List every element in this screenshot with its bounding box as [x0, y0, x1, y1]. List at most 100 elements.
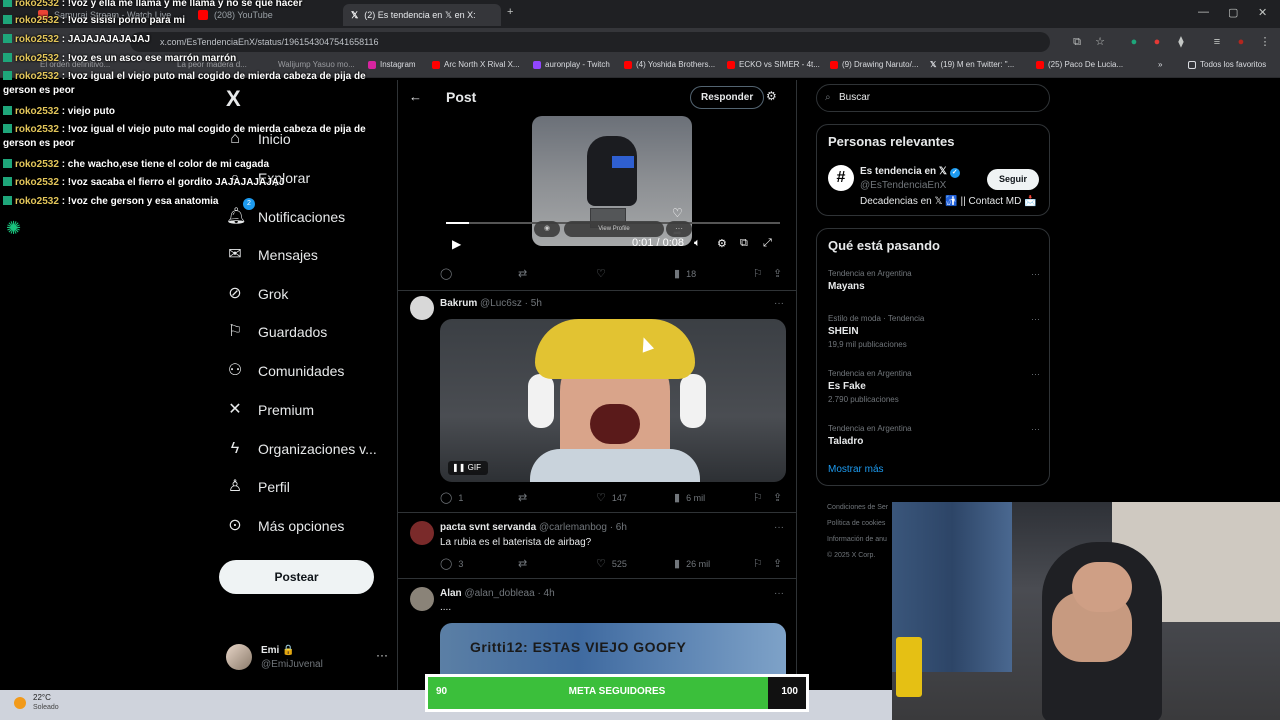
settings-sliders-icon[interactable]: ⚙ [766, 89, 777, 103]
sun-icon[interactable] [14, 697, 26, 709]
nav-grok[interactable]: ⊘ Grok [226, 279, 288, 309]
bookmark-4[interactable]: ECKO vs SIMER - 4t... [727, 60, 820, 69]
chat-text: : JAJAJAJAJAJAJ [61, 34, 151, 45]
avatar[interactable] [410, 587, 434, 611]
author-handle[interactable]: @Luc6sz [480, 298, 522, 309]
nav-communities[interactable]: ⚇ Comunidades [226, 356, 345, 386]
reply-button[interactable]: Responder [690, 86, 765, 109]
trend-item[interactable]: Tendencia en Argentina Mayans ··· [828, 269, 1040, 292]
bookmark-6[interactable]: 𝕏 (19) M en Twitter: "... [930, 60, 1014, 69]
reading-list-icon[interactable]: ≡ [1210, 35, 1224, 49]
trend-item[interactable]: Estilo de moda · Tendencia SHEIN 19,9 mil … [828, 314, 1040, 349]
footer-link[interactable]: Condiciones de Ser [827, 500, 897, 516]
gif-media[interactable]: ❚❚ GIF [440, 319, 786, 482]
search-input[interactable]: ⌕ Buscar [816, 84, 1050, 112]
bookmark-2[interactable]: auronplay - Twitch [533, 60, 610, 69]
author-name[interactable]: pacta svnt servanda [440, 522, 536, 533]
more-horizontal-icon[interactable]: ··· [774, 298, 784, 309]
bookmark-0[interactable]: Instagram [368, 60, 416, 69]
author-name[interactable]: Alan [440, 588, 462, 599]
author-handle[interactable]: @alan_dobleaa [464, 588, 534, 599]
relevant-name[interactable]: Es tendencia en 𝕏 ✓ [860, 166, 960, 178]
close-window-icon[interactable]: ✕ [1258, 6, 1267, 19]
new-tab-icon[interactable]: + [507, 6, 513, 18]
follow-button[interactable]: Seguir [987, 169, 1039, 190]
author-handle[interactable]: @carlemanbog [539, 522, 607, 533]
views-action[interactable]: ▮ 26 mil [674, 557, 710, 570]
extension-green-icon[interactable]: ● [1127, 35, 1141, 49]
nav-organizations[interactable]: ϟ Organizaciones v... [226, 434, 377, 464]
retweet-action[interactable]: ⇄ [518, 557, 533, 570]
maximize-icon[interactable]: ▢ [1228, 6, 1238, 19]
reply-action[interactable]: ◯ [440, 267, 458, 280]
like-action[interactable]: ♡ 147 [596, 491, 627, 504]
avatar[interactable] [410, 296, 434, 320]
footer-link[interactable]: Información de anu [827, 532, 897, 548]
nav-profile[interactable]: ♙ Perfil [226, 472, 290, 502]
post-button[interactable]: Postear [219, 560, 374, 594]
hashtag-avatar[interactable]: # [828, 165, 854, 191]
more-horizontal-icon[interactable]: ··· [1031, 269, 1040, 279]
extensions-icon[interactable]: ⧫ [1174, 35, 1188, 49]
profile-icon[interactable]: ● [1234, 35, 1248, 49]
avatar[interactable] [410, 521, 434, 545]
bookmarks-overflow-icon[interactable]: » [1158, 60, 1162, 69]
nav-premium[interactable]: ✕ Premium [226, 395, 314, 425]
retweet-action[interactable]: ⇄ [518, 491, 533, 504]
author-name[interactable]: Bakrum [440, 298, 477, 309]
all-bookmarks[interactable]: Todos los favoritos [1188, 60, 1266, 69]
fullscreen-icon[interactable]: ⤢ [763, 237, 772, 250]
trend-item[interactable]: Tendencia en Argentina Taladro ··· [828, 424, 1040, 447]
star-icon[interactable]: ☆ [1093, 35, 1107, 49]
footer-links: Condiciones de Ser Política de cookies I… [827, 500, 897, 564]
back-arrow-icon[interactable]: ← [409, 89, 422, 104]
more-horizontal-icon[interactable]: ··· [666, 221, 692, 237]
like-action[interactable]: ♡ [596, 267, 612, 280]
plate-shape [612, 156, 634, 168]
share-action[interactable]: ⇪ [773, 267, 782, 280]
trend-item[interactable]: Tendencia en Argentina Es Fake 2.790 publi… [828, 369, 1040, 404]
views-action[interactable]: ▮ 6 mil [674, 491, 705, 504]
bookmark-1[interactable]: Arc North X Rival X... [432, 60, 520, 69]
gear-icon[interactable]: ⚙ [717, 237, 727, 250]
camera-icon[interactable]: ◉ [534, 221, 560, 237]
show-more-link[interactable]: Mostrar más [828, 464, 884, 475]
pip-icon[interactable]: ⧉ [740, 237, 748, 250]
reply-action[interactable]: ◯ 1 [440, 491, 463, 504]
bookmark-action[interactable]: ⚐ [753, 557, 763, 570]
retweet-action[interactable]: ⇄ [518, 267, 533, 280]
share-action[interactable]: ⇪ [773, 491, 782, 504]
nav-more[interactable]: ⊙ Más opciones [226, 511, 344, 541]
chatgpt-icon[interactable]: ✺ [6, 218, 26, 238]
bookmark-7[interactable]: (25) Paco De Lucia... [1036, 60, 1123, 69]
more-horizontal-icon[interactable]: ··· [1031, 424, 1040, 434]
more-horizontal-icon[interactable]: ··· [376, 648, 388, 662]
like-action[interactable]: ♡ 525 [596, 557, 627, 570]
menu-kebab-icon[interactable]: ⋮ [1258, 35, 1272, 49]
bookmark-3[interactable]: (4) Yoshida Brothers... [624, 60, 715, 69]
bookmark-5[interactable]: (9) Drawing Naruto/... [830, 60, 918, 69]
nav-messages[interactable]: ✉ Mensajes [226, 240, 318, 270]
install-icon[interactable]: ⧉ [1070, 35, 1084, 49]
bookmark-icon: ⚐ [227, 323, 243, 340]
more-horizontal-icon[interactable]: ··· [1031, 369, 1040, 379]
minimize-icon[interactable]: — [1198, 6, 1209, 18]
relevant-handle[interactable]: @EsTendenciaEnX [860, 180, 946, 191]
extension-red-icon[interactable]: ● [1150, 35, 1164, 49]
video-player[interactable]: ♡ ➦ ◉ View Profile ··· ▶ 0:01 / 0:08 🔈︎ … [444, 116, 786, 261]
volume-icon[interactable]: 🔈︎ [694, 237, 701, 250]
bookmark-action[interactable]: ⚐ [753, 491, 763, 504]
share-action[interactable]: ⇪ [773, 557, 782, 570]
more-horizontal-icon[interactable]: ··· [1031, 314, 1040, 324]
more-horizontal-icon[interactable]: ··· [774, 588, 784, 599]
nav-bookmarks[interactable]: ⚐ Guardados [226, 317, 327, 347]
gif-badge[interactable]: ❚❚ GIF [448, 461, 488, 475]
account-switcher[interactable]: Emi 🔒 @EmiJuvenal ··· [226, 640, 388, 680]
more-horizontal-icon[interactable]: ··· [774, 522, 784, 533]
view-profile-pill[interactable]: View Profile [564, 221, 664, 237]
play-icon[interactable]: ▶ [452, 237, 461, 251]
reply-action[interactable]: ◯ 3 [440, 557, 463, 570]
bookmark-action[interactable]: ⚐ [753, 267, 763, 280]
footer-link[interactable]: Política de cookies [827, 516, 897, 532]
views-action[interactable]: ▮ 18 [674, 267, 696, 280]
